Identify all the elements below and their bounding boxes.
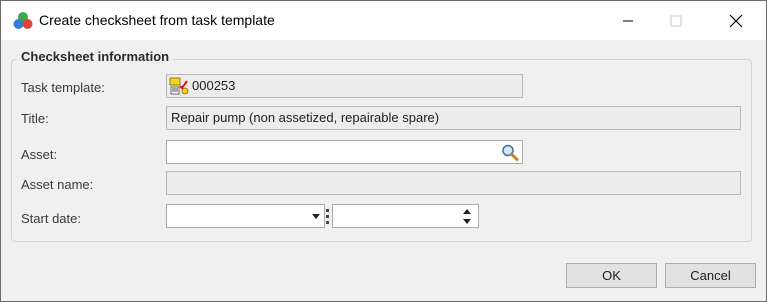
title-field[interactable]: Repair pump (non assetized, repairable s… [166, 106, 741, 130]
cancel-button[interactable]: Cancel [665, 263, 756, 288]
title-label: Title: [21, 111, 49, 126]
maximize-icon [670, 15, 682, 26]
close-icon [729, 14, 743, 27]
window-title: Create checksheet from task template [39, 12, 275, 28]
spin-up-icon[interactable] [463, 209, 471, 214]
asset-label: Asset: [21, 147, 58, 162]
ok-button[interactable]: OK [566, 263, 657, 288]
close-button[interactable] [713, 1, 759, 40]
title-bar[interactable]: Create checksheet from task template [1, 1, 766, 40]
task-template-icon [169, 77, 189, 95]
asset-input[interactable] [166, 140, 523, 164]
checksheet-balls-icon [13, 12, 33, 29]
task-template-field[interactable]: 000253 [166, 74, 523, 98]
asset-name-field[interactable] [166, 171, 741, 195]
dialog-window: Create checksheet from task template Che… [0, 0, 767, 302]
minimize-icon [623, 20, 633, 21]
chevron-down-icon[interactable] [312, 214, 320, 219]
start-time-spinner[interactable] [332, 204, 479, 228]
spin-down-icon[interactable] [463, 219, 471, 224]
task-template-value: 000253 [192, 78, 236, 93]
splitter-grip-icon [325, 206, 330, 228]
task-template-label: Task template: [21, 80, 105, 95]
start-date-combo[interactable] [166, 204, 325, 228]
magnifier-search-icon[interactable] [500, 143, 520, 162]
maximize-button [653, 1, 699, 40]
start-date-label: Start date: [21, 211, 81, 226]
asset-name-label: Asset name: [21, 177, 94, 192]
group-legend: Checksheet information [17, 49, 174, 64]
minimize-button[interactable] [605, 1, 651, 40]
